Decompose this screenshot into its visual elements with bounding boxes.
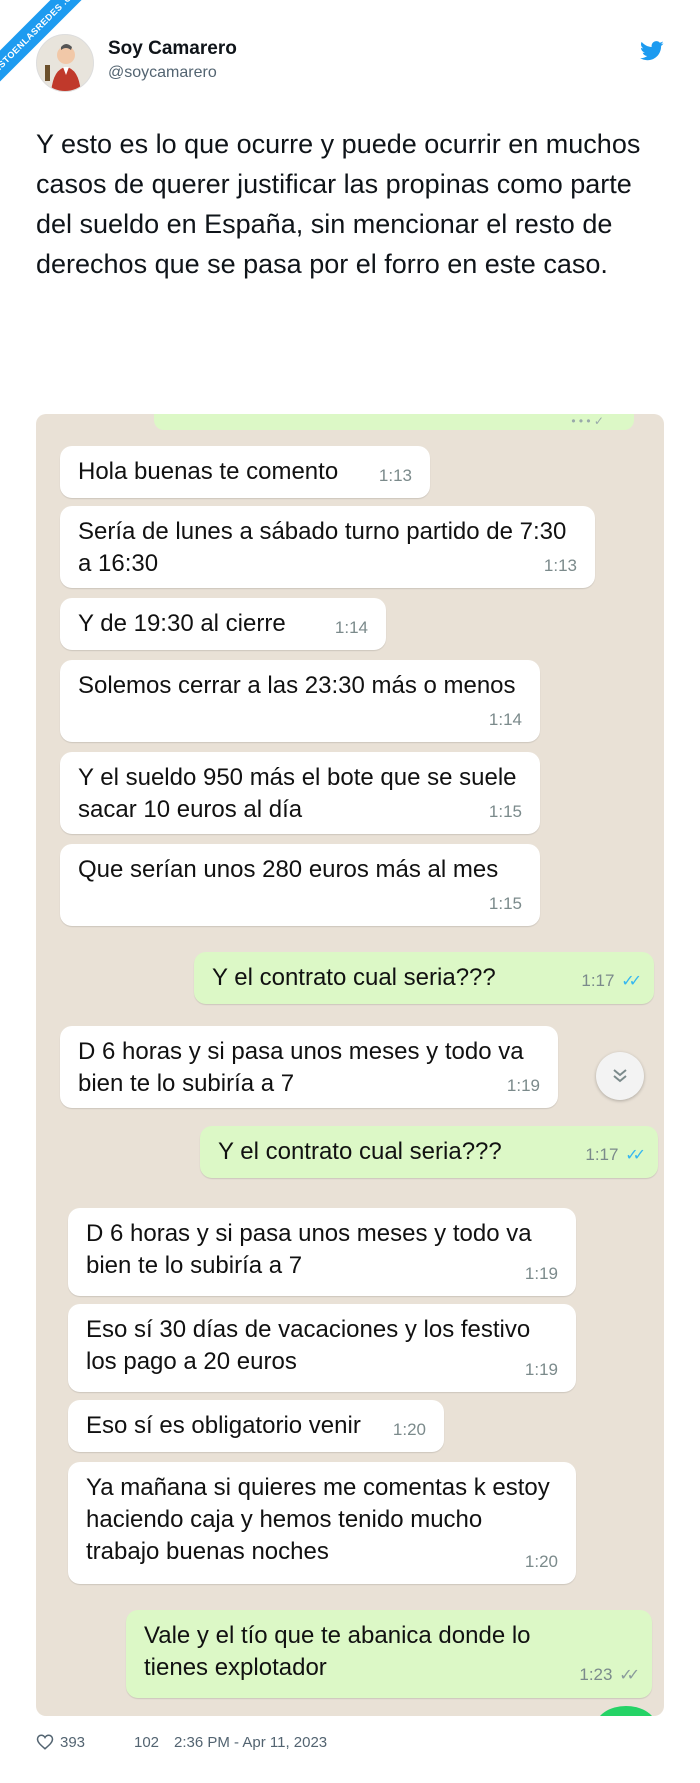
double-check-icon: ✓✓: [619, 1667, 640, 1684]
cropped-message-bubble: • • • ✓: [154, 414, 634, 430]
message-text: Que serían unos 280 euros más al mes: [78, 856, 499, 883]
message-time: 1:14: [334, 618, 368, 637]
message-bubble-outgoing: Y el contrato cual seria??? 1:17 ✓✓: [194, 952, 654, 1004]
reply-count[interactable]: 102: [134, 1734, 159, 1751]
message-time: 1:20: [524, 1552, 558, 1571]
message-text: Hola buenas te comento: [78, 458, 339, 485]
twitter-bird-icon[interactable]: [640, 40, 664, 62]
message-time: 1:19: [506, 1076, 540, 1095]
chevron-down-icon: [613, 1069, 627, 1083]
message-time: 1:14: [488, 710, 522, 729]
message-time: 1:19: [524, 1360, 558, 1379]
message-time: 1:13: [543, 556, 577, 575]
message-text: Y el contrato cual seria???: [212, 964, 496, 991]
new-chat-button[interactable]: [596, 1706, 656, 1716]
message-text: Solemos cerrar a las 23:30 más o menos: [78, 672, 516, 699]
message-bubble: Eso sí 30 días de vacaciones y los festi…: [68, 1304, 576, 1392]
message-bubble: Solemos cerrar a las 23:30 más o menos 1…: [60, 660, 540, 742]
message-text: Y el contrato cual seria???: [218, 1138, 502, 1165]
message-time: 1:19: [524, 1264, 558, 1283]
message-text: Y de 19:30 al cierre: [78, 610, 286, 637]
message-time: 1:13: [378, 466, 412, 485]
message-time: 1:17 ✓✓: [581, 965, 642, 998]
message-bubble: Y de 19:30 al cierre 1:14: [60, 598, 386, 650]
message-text: Y el sueldo 950 más el bote que se suele…: [78, 764, 517, 823]
message-time-value: 1:23: [579, 1665, 613, 1684]
message-time-value: 1:17: [581, 971, 615, 990]
message-text: D 6 horas y si pasa unos meses y todo va…: [78, 1038, 524, 1097]
tweet-footer: 393 102 2:36 PM - Apr 11, 2023: [36, 1730, 664, 1756]
message-time: 1:15: [488, 894, 522, 913]
message-bubble: Hola buenas te comento 1:13: [60, 446, 430, 498]
message-bubble: Y el sueldo 950 más el bote que se suele…: [60, 752, 540, 834]
message-text: Eso sí 30 días de vacaciones y los festi…: [86, 1316, 531, 1375]
message-time: 1:20: [392, 1420, 426, 1439]
message-bubble: Eso sí es obligatorio venir 1:20: [68, 1400, 444, 1452]
double-check-icon: ✓✓: [625, 1147, 646, 1164]
author-handle[interactable]: @soycamarero: [108, 64, 217, 82]
like-count[interactable]: 393: [60, 1734, 85, 1751]
author-name[interactable]: Soy Camarero: [108, 38, 237, 60]
message-text: Ya mañana si quieres me comentas k estoy…: [86, 1474, 550, 1565]
scroll-down-button[interactable]: [596, 1052, 644, 1100]
message-text: Sería de lunes a sábado turno partido de…: [78, 518, 567, 577]
message-bubble: D 6 horas y si pasa unos meses y todo va…: [68, 1208, 576, 1296]
message-text: Eso sí es obligatorio venir: [86, 1412, 361, 1439]
message-text: Vale y el tío que te abanica donde lo ti…: [144, 1622, 531, 1681]
double-check-icon: ✓✓: [621, 973, 642, 990]
message-bubble: Que serían unos 280 euros más al mes 1:1…: [60, 844, 540, 926]
message-time-value: 1:17: [585, 1145, 619, 1164]
avatar[interactable]: [36, 34, 94, 92]
message-time: 1:23 ✓✓: [579, 1659, 640, 1692]
message-time: 1:17 ✓✓: [585, 1139, 646, 1172]
chat-screenshot: • • • ✓ Hola buenas te comento 1:13 Serí…: [36, 414, 664, 1716]
heart-icon[interactable]: [36, 1733, 54, 1751]
message-bubble-outgoing: Vale y el tío que te abanica donde lo ti…: [126, 1610, 652, 1698]
message-bubble: Sería de lunes a sábado turno partido de…: [60, 506, 595, 588]
tweet-header: Soy Camarero @soycamarero: [36, 34, 664, 104]
message-bubble: D 6 horas y si pasa unos meses y todo va…: [60, 1026, 558, 1108]
message-bubble: Ya mañana si quieres me comentas k estoy…: [68, 1462, 576, 1584]
tweet-timestamp[interactable]: 2:36 PM - Apr 11, 2023: [174, 1734, 327, 1751]
message-bubble-outgoing: Y el contrato cual seria??? 1:17 ✓✓: [200, 1126, 658, 1178]
tweet-text: Y esto es lo que ocurre y puede ocurrir …: [36, 129, 641, 279]
message-time: 1:15: [488, 802, 522, 821]
message-text: D 6 horas y si pasa unos meses y todo va…: [86, 1220, 532, 1279]
